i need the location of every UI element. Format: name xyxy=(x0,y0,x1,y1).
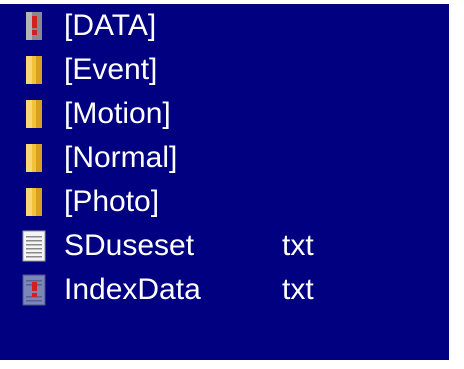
item-name: [Photo] xyxy=(64,185,160,218)
item-name: IndexData xyxy=(64,273,201,306)
item-name: SDuseset xyxy=(64,229,195,262)
folder-icon xyxy=(20,98,48,130)
file-list-panel: [DATA] [Event] [Motion] [Normal] [Photo]… xyxy=(0,0,449,360)
item-name: [DATA] xyxy=(64,9,157,42)
list-item-photo-folder[interactable]: [Photo] xyxy=(0,180,449,224)
list-item-normal-folder[interactable]: [Normal] xyxy=(0,136,449,180)
locked-folder-icon xyxy=(20,10,48,42)
item-extension: txt xyxy=(282,229,314,262)
text-file-icon xyxy=(20,230,48,262)
locked-file-icon xyxy=(20,274,48,306)
list-item-data-folder[interactable]: [DATA] xyxy=(0,4,449,48)
list-item-motion-folder[interactable]: [Motion] xyxy=(0,92,449,136)
item-name: [Normal] xyxy=(64,141,178,174)
item-name: [Motion] xyxy=(64,97,171,130)
folder-icon xyxy=(20,54,48,86)
list-item-sduseset-file[interactable]: SDuseset txt xyxy=(0,224,449,268)
list-item-event-folder[interactable]: [Event] xyxy=(0,48,449,92)
item-extension: txt xyxy=(282,273,314,306)
folder-icon xyxy=(20,142,48,174)
folder-icon xyxy=(20,186,48,218)
item-name: [Event] xyxy=(64,53,158,86)
list-item-indexdata-file[interactable]: IndexData txt xyxy=(0,268,449,312)
